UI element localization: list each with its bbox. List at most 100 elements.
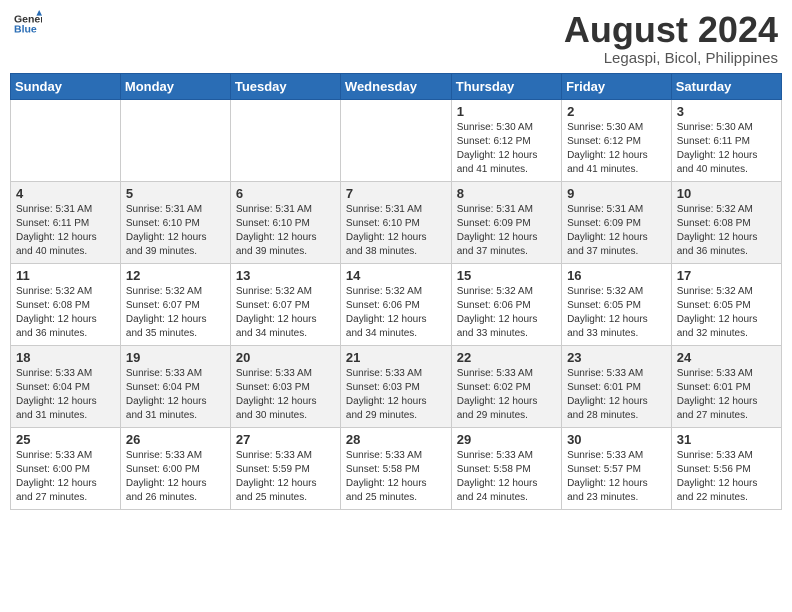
calendar-day-cell: 31 Sunrise: 5:33 AM Sunset: 5:56 PM Dayli… — [671, 427, 781, 509]
calendar-day-header: Monday — [120, 73, 230, 99]
calendar-empty-cell — [230, 99, 340, 181]
calendar-day-header: Saturday — [671, 73, 781, 99]
day-info: Sunrise: 5:33 AM Sunset: 6:01 PM Dayligh… — [677, 367, 776, 423]
day-number: 28 — [346, 432, 446, 447]
day-info: Sunrise: 5:33 AM Sunset: 6:04 PM Dayligh… — [16, 367, 115, 423]
day-info: Sunrise: 5:30 AM Sunset: 6:12 PM Dayligh… — [567, 121, 666, 177]
day-number: 25 — [16, 432, 115, 447]
day-number: 15 — [457, 268, 556, 283]
subtitle: Legaspi, Bicol, Philippines — [564, 50, 778, 67]
calendar-week-row: 25 Sunrise: 5:33 AM Sunset: 6:00 PM Dayli… — [11, 427, 782, 509]
day-info: Sunrise: 5:32 AM Sunset: 6:08 PM Dayligh… — [16, 285, 115, 341]
day-info: Sunrise: 5:33 AM Sunset: 5:56 PM Dayligh… — [677, 449, 776, 505]
calendar-day-cell: 28 Sunrise: 5:33 AM Sunset: 5:58 PM Dayli… — [340, 427, 451, 509]
day-info: Sunrise: 5:31 AM Sunset: 6:10 PM Dayligh… — [236, 203, 335, 259]
day-info: Sunrise: 5:32 AM Sunset: 6:06 PM Dayligh… — [346, 285, 446, 341]
day-number: 24 — [677, 350, 776, 365]
day-number: 19 — [126, 350, 225, 365]
calendar-empty-cell — [11, 99, 121, 181]
day-number: 30 — [567, 432, 666, 447]
calendar-day-header: Sunday — [11, 73, 121, 99]
calendar-header-row: SundayMondayTuesdayWednesdayThursdayFrid… — [11, 73, 782, 99]
day-info: Sunrise: 5:33 AM Sunset: 6:00 PM Dayligh… — [16, 449, 115, 505]
day-info: Sunrise: 5:33 AM Sunset: 5:57 PM Dayligh… — [567, 449, 666, 505]
day-number: 12 — [126, 268, 225, 283]
calendar-day-cell: 21Sunrise: 5:33 AM Sunset: 6:03 PM Dayli… — [340, 345, 451, 427]
day-info: Sunrise: 5:33 AM Sunset: 5:58 PM Dayligh… — [346, 449, 446, 505]
calendar-day-cell: 25 Sunrise: 5:33 AM Sunset: 6:00 PM Dayli… — [11, 427, 121, 509]
main-title: August 2024 — [564, 10, 778, 50]
svg-text:Blue: Blue — [14, 23, 37, 35]
calendar-day-cell: 27 Sunrise: 5:33 AM Sunset: 5:59 PM Dayli… — [230, 427, 340, 509]
day-info: Sunrise: 5:33 AM Sunset: 6:03 PM Dayligh… — [346, 367, 446, 423]
day-number: 13 — [236, 268, 335, 283]
day-info: Sunrise: 5:33 AM Sunset: 6:00 PM Dayligh… — [126, 449, 225, 505]
calendar-day-header: Friday — [562, 73, 672, 99]
day-info: Sunrise: 5:33 AM Sunset: 6:04 PM Dayligh… — [126, 367, 225, 423]
calendar-day-cell: 13 Sunrise: 5:32 AM Sunset: 6:07 PM Dayli… — [230, 263, 340, 345]
calendar-day-cell: 10Sunrise: 5:32 AM Sunset: 6:08 PM Dayli… — [671, 181, 781, 263]
day-number: 4 — [16, 186, 115, 201]
day-number: 27 — [236, 432, 335, 447]
calendar-empty-cell — [120, 99, 230, 181]
day-number: 16 — [567, 268, 666, 283]
day-info: Sunrise: 5:31 AM Sunset: 6:09 PM Dayligh… — [567, 203, 666, 259]
day-info: Sunrise: 5:31 AM Sunset: 6:10 PM Dayligh… — [126, 203, 225, 259]
calendar-day-cell: 16 Sunrise: 5:32 AM Sunset: 6:05 PM Dayli… — [562, 263, 672, 345]
calendar-day-cell: 11 Sunrise: 5:32 AM Sunset: 6:08 PM Dayli… — [11, 263, 121, 345]
calendar-day-cell: 4 Sunrise: 5:31 AM Sunset: 6:11 PM Daylig… — [11, 181, 121, 263]
calendar-day-cell: 15 Sunrise: 5:32 AM Sunset: 6:06 PM Dayli… — [451, 263, 561, 345]
day-info: Sunrise: 5:32 AM Sunset: 6:07 PM Dayligh… — [236, 285, 335, 341]
calendar-day-cell: 12 Sunrise: 5:32 AM Sunset: 6:07 PM Dayli… — [120, 263, 230, 345]
day-number: 8 — [457, 186, 556, 201]
day-number: 18 — [16, 350, 115, 365]
calendar-day-header: Thursday — [451, 73, 561, 99]
calendar-day-cell: 14 Sunrise: 5:32 AM Sunset: 6:06 PM Dayli… — [340, 263, 451, 345]
calendar-table: SundayMondayTuesdayWednesdayThursdayFrid… — [10, 73, 782, 510]
day-number: 31 — [677, 432, 776, 447]
day-info: Sunrise: 5:32 AM Sunset: 6:05 PM Dayligh… — [567, 285, 666, 341]
calendar-day-cell: 2Sunrise: 5:30 AM Sunset: 6:12 PM Daylig… — [562, 99, 672, 181]
day-info: Sunrise: 5:30 AM Sunset: 6:12 PM Dayligh… — [457, 121, 556, 177]
page-header: General Blue August 2024 Legaspi, Bicol,… — [10, 10, 782, 67]
day-number: 6 — [236, 186, 335, 201]
day-number: 9 — [567, 186, 666, 201]
calendar-day-cell: 30 Sunrise: 5:33 AM Sunset: 5:57 PM Dayli… — [562, 427, 672, 509]
calendar-day-cell: 6 Sunrise: 5:31 AM Sunset: 6:10 PM Daylig… — [230, 181, 340, 263]
calendar-day-cell: 26 Sunrise: 5:33 AM Sunset: 6:00 PM Dayli… — [120, 427, 230, 509]
day-number: 17 — [677, 268, 776, 283]
calendar-day-cell: 9 Sunrise: 5:31 AM Sunset: 6:09 PM Daylig… — [562, 181, 672, 263]
calendar-day-cell: 8 Sunrise: 5:31 AM Sunset: 6:09 PM Daylig… — [451, 181, 561, 263]
calendar-day-cell: 1 Sunrise: 5:30 AM Sunset: 6:12 PM Daylig… — [451, 99, 561, 181]
day-number: 1 — [457, 104, 556, 119]
calendar-day-header: Wednesday — [340, 73, 451, 99]
day-info: Sunrise: 5:32 AM Sunset: 6:06 PM Dayligh… — [457, 285, 556, 341]
day-info: Sunrise: 5:31 AM Sunset: 6:11 PM Dayligh… — [16, 203, 115, 259]
day-number: 11 — [16, 268, 115, 283]
calendar-week-row: 1 Sunrise: 5:30 AM Sunset: 6:12 PM Daylig… — [11, 99, 782, 181]
calendar-day-cell: 22Sunrise: 5:33 AM Sunset: 6:02 PM Dayli… — [451, 345, 561, 427]
day-number: 3 — [677, 104, 776, 119]
day-info: Sunrise: 5:33 AM Sunset: 5:59 PM Dayligh… — [236, 449, 335, 505]
calendar-empty-cell — [340, 99, 451, 181]
day-number: 29 — [457, 432, 556, 447]
title-block: August 2024 Legaspi, Bicol, Philippines — [564, 10, 778, 67]
day-info: Sunrise: 5:32 AM Sunset: 6:07 PM Dayligh… — [126, 285, 225, 341]
calendar-day-cell: 7Sunrise: 5:31 AM Sunset: 6:10 PM Daylig… — [340, 181, 451, 263]
calendar-day-cell: 23 Sunrise: 5:33 AM Sunset: 6:01 PM Dayli… — [562, 345, 672, 427]
day-number: 20 — [236, 350, 335, 365]
day-number: 26 — [126, 432, 225, 447]
day-info: Sunrise: 5:33 AM Sunset: 6:01 PM Dayligh… — [567, 367, 666, 423]
calendar-day-cell: 17 Sunrise: 5:32 AM Sunset: 6:05 PM Dayli… — [671, 263, 781, 345]
day-number: 22 — [457, 350, 556, 365]
day-number: 5 — [126, 186, 225, 201]
day-number: 23 — [567, 350, 666, 365]
day-info: Sunrise: 5:32 AM Sunset: 6:05 PM Dayligh… — [677, 285, 776, 341]
logo-icon: General Blue — [14, 10, 42, 38]
day-info: Sunrise: 5:30 AM Sunset: 6:11 PM Dayligh… — [677, 121, 776, 177]
day-info: Sunrise: 5:31 AM Sunset: 6:09 PM Dayligh… — [457, 203, 556, 259]
day-number: 14 — [346, 268, 446, 283]
day-info: Sunrise: 5:33 AM Sunset: 5:58 PM Dayligh… — [457, 449, 556, 505]
calendar-day-cell: 5 Sunrise: 5:31 AM Sunset: 6:10 PM Daylig… — [120, 181, 230, 263]
calendar-day-header: Tuesday — [230, 73, 340, 99]
